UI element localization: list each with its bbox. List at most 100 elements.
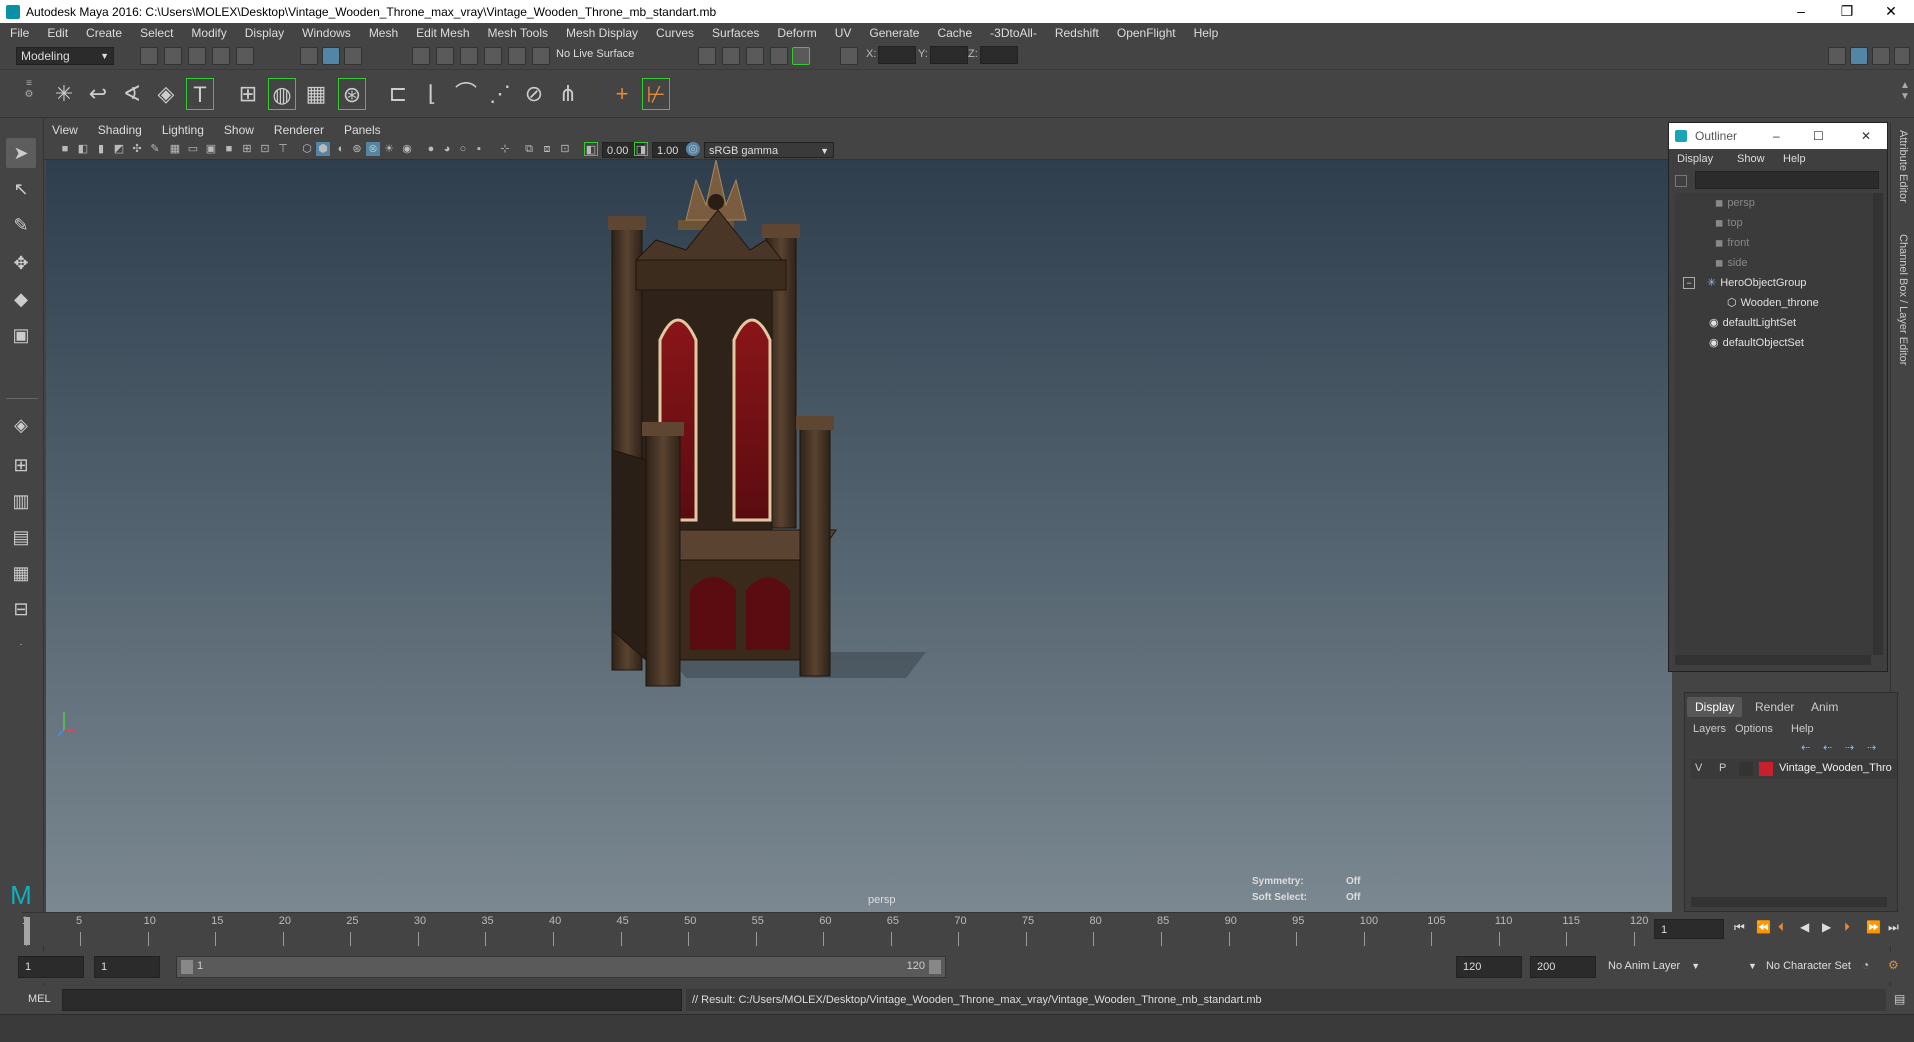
menu-3dtoall[interactable]: -3DtoAll- — [990, 26, 1037, 40]
image-plane-icon[interactable]: ◩ — [112, 142, 126, 156]
outliner-item-side[interactable]: ◼ side — [1715, 253, 1914, 273]
maximize-button[interactable]: ❐ — [1824, 0, 1870, 23]
align-tool-icon[interactable]: ⊏ — [384, 78, 412, 110]
menu-redshift[interactable]: Redshift — [1055, 26, 1099, 40]
step-back-frame-icon[interactable]: ⏴ — [1778, 920, 1784, 935]
outliner-item-persp[interactable]: ◼ persp — [1715, 193, 1914, 213]
new-scene-icon[interactable] — [140, 47, 158, 65]
render-frame-icon[interactable] — [722, 47, 740, 65]
x-field[interactable] — [878, 46, 916, 64]
layer-visibility-toggle[interactable]: V — [1695, 762, 1702, 774]
layers-menu-options[interactable]: Options — [1735, 723, 1773, 735]
viewport-menu-view[interactable]: View — [52, 123, 78, 137]
outliner-menu-display[interactable]: Display — [1677, 153, 1713, 165]
move-tool-icon[interactable]: ✥ — [6, 248, 36, 278]
new-layer-icon[interactable]: ⇢ — [1845, 741, 1854, 754]
mode-selector[interactable]: Modeling ▼ — [16, 47, 114, 65]
antialiasing-icon[interactable]: ◕ — [440, 142, 454, 156]
snap-curve-icon[interactable] — [436, 47, 454, 65]
layer-playback-toggle[interactable]: P — [1719, 762, 1726, 774]
range-start-handle[interactable] — [181, 960, 193, 974]
script-editor-icon[interactable]: ▤ — [1894, 992, 1905, 1006]
constraint-icon[interactable]: ⊬ — [642, 78, 670, 110]
snap-magnet-icon[interactable] — [532, 47, 550, 65]
menu-windows[interactable]: Windows — [302, 26, 351, 40]
range-slider[interactable]: 1 120 — [176, 956, 946, 978]
tab-anim[interactable]: Anim — [1803, 697, 1846, 717]
text-tool-icon[interactable]: T — [186, 78, 214, 110]
attribute-editor-tab[interactable]: Attribute Editor — [1897, 130, 1909, 203]
gate-mask-icon[interactable]: ■ — [222, 142, 236, 156]
layout-more-icon[interactable]: · — [6, 630, 36, 660]
layers-hscrollbar[interactable] — [1691, 897, 1887, 907]
four-pane-layout-icon[interactable]: ⊞ — [6, 450, 36, 480]
wireframe-icon[interactable]: ⬡ — [300, 142, 314, 156]
outliner-scrollbar[interactable] — [1873, 193, 1883, 655]
end-time-field[interactable]: 200 — [1530, 956, 1596, 978]
menu-display[interactable]: Display — [245, 26, 284, 40]
workspace-icon[interactable] — [1828, 47, 1846, 65]
layer-type-toggle[interactable] — [1739, 762, 1753, 776]
anim-layer-dropdown[interactable]: No Anim Layer ▼ — [1608, 960, 1700, 972]
save-scene-icon[interactable] — [188, 47, 206, 65]
cube-icon[interactable]: ▦ — [302, 78, 330, 110]
menu-curves[interactable]: Curves — [656, 26, 694, 40]
animation-prefs-icon[interactable]: ⚙ — [1888, 958, 1899, 972]
outliner-item-front[interactable]: ◼ front — [1715, 233, 1914, 253]
menu-cache[interactable]: Cache — [937, 26, 972, 40]
hypershade-icon[interactable] — [792, 47, 810, 65]
film-gate-icon[interactable]: ▭ — [186, 142, 200, 156]
paint-select-icon[interactable]: ✎ — [6, 210, 36, 240]
throne-model[interactable] — [46, 160, 1672, 912]
layer-name[interactable]: Vintage_Wooden_Thro — [1779, 762, 1892, 774]
go-to-start-icon[interactable]: ⏮ — [1734, 920, 1745, 935]
field-chart-icon[interactable]: ⊞ — [240, 142, 254, 156]
select-object-icon[interactable] — [322, 47, 340, 65]
menu-uv[interactable]: UV — [835, 26, 852, 40]
xray-icon[interactable]: ▪ — [472, 142, 486, 156]
safe-action-icon[interactable]: ⊡ — [258, 142, 272, 156]
menu-help[interactable]: Help — [1194, 26, 1219, 40]
snap-surface-icon[interactable] — [508, 47, 526, 65]
range-end-handle[interactable] — [929, 960, 941, 974]
menu-modify[interactable]: Modify — [191, 26, 226, 40]
z-field[interactable] — [980, 46, 1018, 64]
current-time-indicator[interactable] — [24, 917, 30, 945]
go-to-end-icon[interactable]: ⏭ — [1888, 920, 1899, 935]
menu-generate[interactable]: Generate — [869, 26, 919, 40]
grid-toggle-icon[interactable]: ▦ — [168, 142, 182, 156]
y-field[interactable] — [930, 46, 968, 64]
outliner-search-input[interactable] — [1695, 171, 1879, 189]
backface-culling-icon[interactable]: ⊡ — [558, 142, 572, 156]
layers-menu-help[interactable]: Help — [1791, 723, 1814, 735]
locator-icon[interactable]: + — [608, 78, 636, 110]
layout-toggle-icon[interactable] — [1894, 47, 1910, 65]
play-forwards-icon[interactable]: ▶ — [1822, 920, 1831, 934]
undo-icon[interactable] — [212, 47, 230, 65]
menu-mesh[interactable]: Mesh — [369, 26, 398, 40]
shadows-icon[interactable]: ☀ — [382, 142, 396, 156]
persp-graph-layout-icon[interactable]: ▦ — [6, 558, 36, 588]
two-d-pan-icon[interactable]: ✣ — [130, 142, 144, 156]
lattice-icon[interactable]: ⊞ — [234, 78, 262, 110]
ik-spline-icon[interactable]: ⋰ — [486, 78, 514, 110]
menu-deform[interactable]: Deform — [777, 26, 816, 40]
tab-render[interactable]: Render — [1747, 697, 1802, 717]
shelf-settings-icon[interactable]: ≡ ⚙ — [22, 78, 36, 110]
collapse-icon[interactable]: − — [1683, 277, 1695, 289]
motion-blur-icon[interactable]: ● — [424, 142, 438, 156]
new-layer-selected-icon[interactable]: ⇢ — [1867, 741, 1876, 754]
cluster-icon[interactable]: ⊛ — [338, 78, 366, 110]
side-by-side-layout-icon[interactable]: ▥ — [6, 486, 36, 516]
joint-tool-icon[interactable]: ⌊ — [418, 78, 446, 110]
shelf-scroll-icon[interactable]: ▲ ▼ — [1900, 80, 1910, 102]
command-input[interactable] — [62, 989, 682, 1011]
screen-space-ao-icon[interactable]: ◉ — [400, 142, 414, 156]
color-space-dropdown[interactable]: sRGB gamma ▼ — [704, 142, 834, 158]
menu-select[interactable]: Select — [140, 26, 173, 40]
viewport-menu-lighting[interactable]: Lighting — [162, 123, 204, 137]
move-layer-down-icon[interactable]: ⇠ — [1823, 741, 1832, 754]
redo-icon[interactable] — [236, 47, 254, 65]
transform-mode-icon[interactable] — [840, 47, 858, 65]
sphere-icon[interactable]: ◍ — [268, 78, 296, 110]
